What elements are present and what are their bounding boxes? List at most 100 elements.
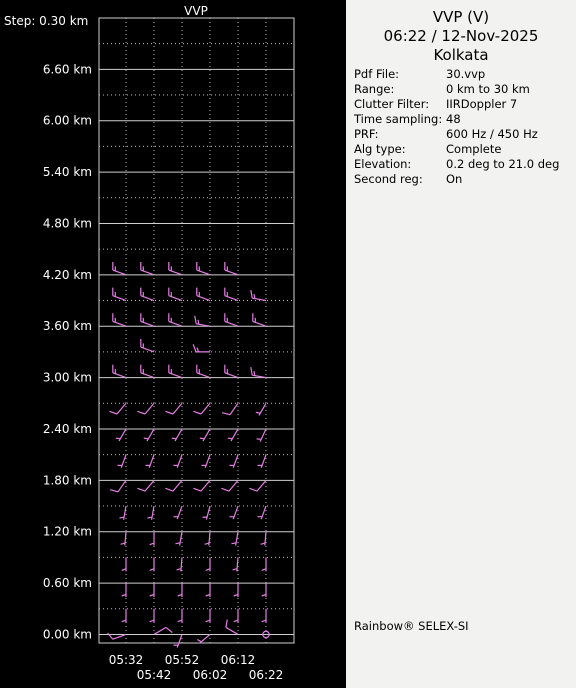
info-value: IIRDoppler 7 — [446, 97, 518, 111]
info-label: PRF: — [354, 127, 379, 141]
wind-barb-staff — [256, 479, 267, 492]
info-value: Complete — [446, 142, 502, 156]
wind-barb-feather — [109, 489, 119, 493]
y-tick-label: 6.00 km — [43, 114, 92, 128]
wind-barb-feather — [227, 437, 233, 440]
wind-barb-feather — [199, 437, 205, 440]
wind-barb-feather — [197, 638, 202, 643]
info-label: Clutter Filter: — [354, 97, 430, 111]
info-row-alg-type: Alg type: Complete — [354, 142, 501, 157]
chart-title: VVP — [184, 4, 208, 18]
wind-barb-feather — [193, 410, 202, 415]
wind-barb-feather — [261, 593, 267, 597]
y-tick-label: 1.20 km — [43, 525, 92, 539]
wind-barb-staff — [200, 479, 211, 492]
wind-barb-feather — [250, 367, 253, 376]
wind-barb-feather — [225, 619, 228, 628]
vvp-plot-area: VVP Step: 0.30 km 0.00 km 0.60 km 1.20 km 1.8… — [0, 0, 346, 688]
info-label: Alg type: — [354, 142, 406, 156]
wind-barb-staff — [144, 402, 155, 415]
x-tick-label: 06:02 — [193, 668, 228, 682]
x-tick-label: 05:52 — [165, 653, 200, 667]
x-tick-label: 06:12 — [221, 653, 256, 667]
wind-barb-staff — [225, 626, 239, 635]
wind-barb-feather — [205, 593, 211, 597]
wind-barb-feather — [261, 619, 267, 623]
x-tick-label: 05:42 — [137, 668, 172, 682]
wind-barb-feather — [249, 487, 258, 492]
wind-barb-feather — [149, 542, 155, 546]
info-row-prf: PRF: 600 Hz / 450 Hz — [354, 127, 538, 142]
x-tick-label: 06:22 — [249, 668, 284, 682]
footer-brand: Rainbow® SELEX-SI — [354, 619, 469, 633]
y-tick-label: 4.20 km — [43, 268, 92, 282]
wind-barb-staff — [172, 402, 183, 415]
info-row-second-reg: Second reg: On — [354, 172, 462, 187]
wind-barb-feather — [149, 619, 155, 623]
y-tick-label: 6.60 km — [43, 62, 92, 76]
wind-barb-feather — [231, 542, 237, 545]
wind-barb-feather — [177, 593, 183, 597]
wind-barb-feather — [253, 370, 256, 376]
info-label: Second reg: — [354, 172, 423, 186]
wind-barb-feather — [175, 542, 181, 545]
info-row-range: Range: 0 km to 30 km — [354, 82, 530, 97]
info-label: Time sampling: — [354, 112, 443, 126]
info-label: Range: — [354, 82, 395, 96]
info-value: 0 km to 30 km — [446, 82, 530, 96]
wind-barb-feather — [193, 487, 202, 492]
wind-barb-feather — [137, 410, 146, 415]
wind-barb-feather — [250, 289, 253, 299]
y-step-label: Step: 0.30 km — [4, 14, 88, 28]
wind-barb-feather — [109, 410, 118, 415]
wind-barb-staff — [229, 402, 239, 416]
wind-barb-feather — [149, 593, 155, 597]
wind-barb-staff — [153, 626, 167, 635]
wind-barb-feather — [205, 619, 211, 623]
wind-barb-feather — [119, 516, 125, 519]
info-row-elevation: Elevation: 0.2 deg to 21.0 deg — [354, 157, 559, 172]
wind-barb-feather — [107, 632, 114, 640]
wind-barb-feather — [171, 437, 177, 440]
x-tick-label: 05:32 — [109, 653, 144, 667]
y-tick-label: 1.80 km — [43, 473, 92, 487]
wind-barb-feather — [221, 412, 231, 416]
wind-barb-feather — [233, 619, 239, 623]
wind-barb-feather — [165, 487, 174, 492]
y-tick-label: 3.60 km — [43, 319, 92, 333]
panel-location: Kolkata — [433, 46, 489, 64]
y-tick-label: 0.00 km — [43, 627, 92, 641]
wind-barb-feather — [121, 593, 127, 597]
wind-barb-feather — [192, 344, 197, 353]
info-row-pdf-file: Pdf File: 30.vvp — [354, 67, 485, 82]
wind-barb-staff — [117, 479, 127, 493]
vvp-chart: VVP Step: 0.30 km 0.00 km 0.60 km 1.20 km 1.8… — [4, 4, 295, 682]
info-value: 48 — [446, 112, 461, 126]
wind-barb-staff — [172, 479, 183, 492]
wind-barb-feather — [121, 619, 127, 623]
info-value: 30.vvp — [446, 67, 486, 81]
wind-barb-feather — [194, 315, 197, 324]
info-label: Elevation: — [354, 157, 412, 171]
wind-barb-feather — [196, 347, 200, 353]
info-row-clutter-filter: Clutter Filter: IIRDoppler 7 — [354, 97, 517, 112]
wind-barb-feather — [115, 437, 121, 440]
panel-title: VVP (V) — [432, 8, 490, 26]
wind-barb-feather — [177, 619, 183, 623]
wind-barb-feather — [255, 411, 261, 414]
wind-barb-staff — [112, 633, 127, 640]
wind-barb-staff — [116, 402, 127, 415]
wind-barb-feather — [197, 319, 200, 325]
wind-barb-feather — [121, 568, 127, 571]
wind-barb-feather — [165, 410, 174, 415]
info-value: On — [446, 172, 463, 186]
info-value: 600 Hz / 450 Hz — [446, 127, 538, 141]
y-tick-label: 4.80 km — [43, 216, 92, 230]
y-tick-label: 3.00 km — [43, 371, 92, 385]
info-value: 0.2 deg to 21.0 deg — [446, 157, 560, 171]
wind-barb-feather — [205, 568, 211, 571]
wind-barb-feather — [233, 593, 239, 597]
wind-barb-feather — [253, 293, 256, 299]
y-tick-label: 5.40 km — [43, 165, 92, 179]
wind-barb-feather — [149, 568, 155, 571]
